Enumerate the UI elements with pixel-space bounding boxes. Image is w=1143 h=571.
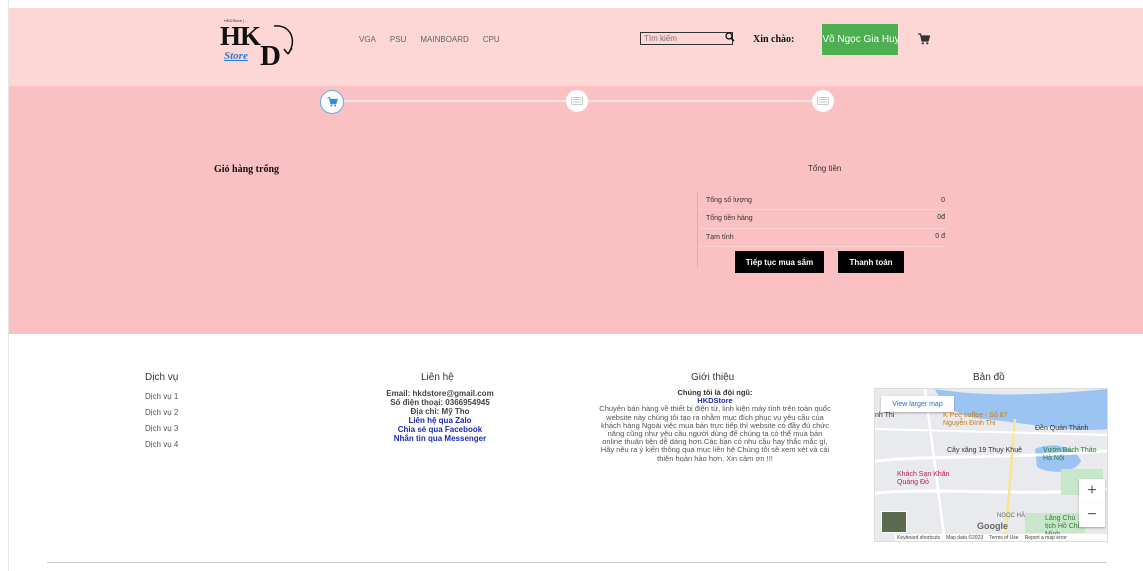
map-zoom-in-button[interactable]: +: [1079, 479, 1105, 503]
embedded-map[interactable]: View larger map nh Thi K Pee coffee - Số…: [874, 388, 1108, 542]
summary-divider: [699, 209, 947, 210]
contact-phone: Số điện thoại: 0366954945: [390, 398, 490, 407]
keyboard-shortcuts-link[interactable]: Keyboard shortcuts: [897, 535, 940, 541]
service-item-1[interactable]: Dịch vụ 1: [145, 392, 178, 401]
map-attribution: Keyboard shortcuts Map data ©2023 Terms …: [895, 534, 1107, 541]
left-scroll-edge: [0, 0, 9, 571]
map-label: Khách Sạn Khăn Quàng Đỏ: [897, 471, 950, 486]
zalo-link[interactable]: Liên hệ qua Zalo: [372, 416, 508, 425]
logo-arrow-icon: [273, 25, 294, 55]
checkout-button[interactable]: Thanh toán: [838, 251, 904, 273]
service-item-3[interactable]: Dịch vụ 3: [145, 424, 178, 433]
nav-cpu[interactable]: CPU: [483, 35, 500, 44]
footer-services-title: Dịch vụ: [145, 372, 179, 383]
site-header: HKDStore | ... HK D Store: [9, 8, 1143, 86]
report-error-link[interactable]: Report a map error: [1025, 535, 1067, 541]
summary-divider: [699, 246, 947, 247]
logo[interactable]: HKDStore | ... HK D Store: [214, 18, 300, 74]
summary-value-provisional: 0 đ: [935, 233, 945, 240]
summary-label-provisional: Tạm tính: [706, 234, 734, 241]
nav-vga[interactable]: VGA: [359, 35, 376, 44]
cart-section: [9, 86, 1143, 334]
continue-shopping-button[interactable]: Tiếp tục mua sắm: [735, 251, 824, 273]
intro-text: Chuyên bán hàng về thiết bị điện tử, lin…: [599, 404, 831, 463]
keyboard-icon: [817, 97, 829, 105]
footer-intro-title: Giới thiệu: [691, 372, 735, 383]
greeting-label: Xin chào:: [753, 34, 795, 45]
user-menu-button[interactable]: Võ Ngọc Gia Huy: [822, 24, 900, 55]
step-info: [566, 90, 588, 112]
step-payment: [812, 90, 834, 112]
cart-icon: [327, 97, 338, 107]
service-item-2[interactable]: Dịch vụ 2: [145, 408, 178, 417]
service-item-4[interactable]: Dịch vụ 4: [145, 440, 178, 449]
contact-email: Email: hkdstore@gmail.com: [386, 389, 494, 398]
view-larger-map-link[interactable]: View larger map: [881, 396, 954, 412]
footer-divider: [47, 562, 1107, 563]
total-title: Tổng tiền: [808, 164, 842, 173]
logo-store: Store: [224, 50, 248, 62]
messenger-link[interactable]: Nhắn tin qua Messenger: [372, 434, 508, 443]
logo-hk: HK: [220, 21, 261, 51]
map-label: Đền Quán Thánh: [1035, 425, 1089, 432]
user-name: Võ Ngọc Gia Huy: [822, 34, 900, 45]
step-cart: [320, 90, 344, 114]
footer-contact-title: Liên hệ: [421, 372, 454, 383]
search-input[interactable]: [640, 32, 733, 45]
cart-icon[interactable]: [918, 33, 930, 45]
footer-intro: Chúng tôi là đội ngũ: HKDStore Chuyên bá…: [598, 388, 832, 463]
empty-cart-message: Giỏ hàng trống: [214, 164, 280, 175]
map-zoom-out-button[interactable]: −: [1079, 503, 1105, 527]
google-logo: Google: [977, 521, 1008, 531]
nav-psu[interactable]: PSU: [390, 35, 406, 44]
nav-mainboard[interactable]: MAINBOARD: [420, 35, 468, 44]
keyboard-icon: [571, 97, 583, 105]
summary-divider: [699, 228, 947, 229]
map-label: Vườn Bách Thảo Hà Nội: [1043, 447, 1097, 462]
summary-value-quantity: 0: [941, 197, 945, 204]
footer-contact: Email: hkdstore@gmail.com Số điện thoại:…: [372, 389, 508, 443]
map-data-text: Map data ©2023: [946, 535, 984, 541]
map-label: NGỌC HÀ: [997, 513, 1026, 519]
footer-map-title: Bản đồ: [973, 372, 1005, 383]
map-label: Cây xăng 19 Thụy Khuê: [947, 447, 1022, 454]
map-label: K Pee coffee - Số 87 Nguyễn Đình Thi: [943, 412, 1008, 427]
search-icon[interactable]: [725, 32, 735, 42]
main-nav: VGA PSU MAINBOARD CPU: [359, 35, 500, 44]
terms-link[interactable]: Terms of Use: [989, 535, 1018, 541]
page: HKDStore | ... HK D Store VGA PSU MAINBO…: [0, 0, 1143, 571]
summary-label-quantity: Tổng số lượng: [706, 197, 752, 204]
facebook-link[interactable]: Chia sẻ qua Facebook: [372, 425, 508, 434]
map-label: nh Thi: [875, 412, 895, 419]
summary-value-subtotal: 0đ: [937, 214, 945, 221]
contact-address: Địa chỉ: Mỹ Tho: [410, 407, 470, 416]
summary-label-subtotal: Tổng tiền hàng: [706, 215, 753, 222]
map-satellite-toggle[interactable]: [881, 511, 907, 533]
